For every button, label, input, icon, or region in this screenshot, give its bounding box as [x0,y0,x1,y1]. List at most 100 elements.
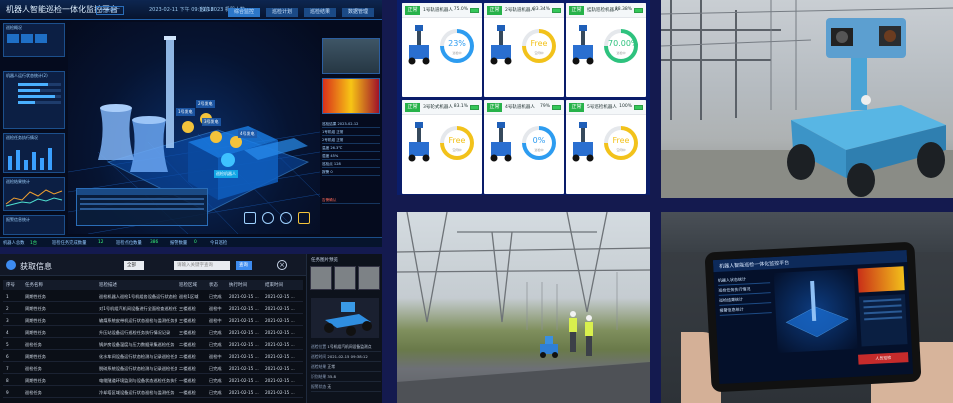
robot-status-card[interactable]: 正常 3号轮式机器人 83.1% Free 空闲中 [402,100,482,194]
ring-subtitle: 巡检中 [616,51,626,55]
status-badge: 正常 [487,103,502,112]
detail-value: 1号机组汽机间设备监测点 [327,344,372,349]
status-label: 巡检任务完成数量 [52,241,87,246]
robot-status-card[interactable]: 正常 5号巡检机器人 100% Free 空闲中 [566,100,646,194]
card-header: 正常 1号轨道机器人 75.0% [402,3,482,18]
column-header[interactable]: 执行时间 [229,282,247,288]
tab-result[interactable]: 巡检结果 [304,8,337,17]
table-cell: 巡检机器人巡检1号机组各设备运行状态检测 [99,294,177,299]
battery-icon [470,8,479,13]
table-cell: 周期性任务 [25,330,46,335]
table-row[interactable]: 5 巡检任务 锅炉房设备温度与压力数据采集巡检任务 二楼巡检 已完成 2021-02-15… [3,340,303,350]
status-value: 0 [194,240,197,245]
table-cell: 5 [6,342,9,347]
3d-plant-scene[interactable]: 1号发电 2号发电 3号发电 4号发电 巡检机器人 [67,22,321,235]
alarm-confirm-row[interactable]: 告警确认 [322,198,380,204]
gauge-photo[interactable] [310,266,332,290]
robot-preview-image[interactable] [311,298,379,338]
tab-plan[interactable]: 巡检计划 [266,8,299,17]
table-cell: 7 [6,366,9,371]
keyword-search-input[interactable]: 请输入关键字查询 [174,261,230,270]
table-cell: 已完成 [209,366,222,371]
ring-value: Free [530,39,548,48]
pin-label-3[interactable]: 3号发电 [202,118,221,126]
detail-value: 无 [327,384,332,389]
column-header[interactable]: 结束时间 [265,282,283,288]
location-selector[interactable]: 北京电厂 [96,6,125,15]
battery-icon [552,105,561,110]
tablet-screen[interactable]: 机器人智能巡检一体化监控平台 机器人状态统计 巡检任务执行情况 巡检结果统计 报… [712,250,914,384]
ring-value: 23% [448,39,466,48]
ring-center: Free 空闲中 [526,33,552,59]
overview-icon[interactable] [35,34,47,43]
column-header[interactable]: 任务名称 [25,282,43,288]
column-header[interactable]: 巡检区域 [179,282,197,288]
view-reset-icon[interactable] [244,212,256,224]
table-row[interactable]: 3 周期性任务 输煤系统皮带机运行状态巡检与监测任务执行 三楼巡检 巡检中 2021-02… [3,316,303,326]
camera-feed-1[interactable] [322,38,380,74]
table-cell: 2021-02-15 ... [265,330,295,335]
ring-value: Free [448,136,466,145]
gauge-photo[interactable] [358,266,380,290]
robot-status-card[interactable]: 正常 4号轨道机器人 79% 0% 巡检中 [484,100,564,194]
table-cell: 一楼巡检 [179,378,196,383]
search-button[interactable]: 查询 [236,261,252,270]
table-row[interactable]: 7 巡检任务 脱硫系统设备运行状态检测与记录巡检任务 二楼巡检 已完成 2021-02-1… [3,364,303,374]
column-header[interactable]: 巡检描述 [99,282,117,288]
ring-value: 0% [532,136,546,145]
alarm-icon[interactable] [298,212,310,224]
close-icon[interactable]: × [277,260,287,270]
table-cell: 8 [6,378,9,383]
overview-icon[interactable] [7,34,19,43]
tablet-3d-view[interactable] [773,268,858,353]
card-header: 正常 3号轮式机器人 83.1% [402,100,482,115]
type-filter-select[interactable]: 全部 [124,261,144,270]
table-cell: 升压站设备运行巡检任务执行情况记录 [99,330,171,335]
camera-icon[interactable] [262,212,274,224]
thermal-feed[interactable] [322,78,380,114]
detail-key: 巡检时间 [311,354,327,359]
settings-icon[interactable] [280,212,292,224]
table-row[interactable]: 4 周期性任务 升压站设备运行巡检任务执行情况记录 三楼巡检 已完成 2021-02-15… [3,328,303,338]
tablet-menu-item[interactable]: 报警信息统计 [719,303,772,316]
collage-root: 机器人智能巡检一体化监控平台 北京电厂 2023-02-11 下午 09:11:… [0,0,953,403]
table-cell: 2021-02-15 ... [229,306,259,311]
detail-value: 2021-02-15 09:38:12 [327,354,368,359]
battery-icon [470,105,479,110]
table-cell: 一楼巡检 [179,390,196,395]
ring-subtitle: 巡检中 [534,148,544,152]
gauge-photo[interactable] [334,266,356,290]
tab-overview[interactable]: 综合监控 [228,8,261,17]
status-label: 今日巡检 [210,241,228,246]
table-row[interactable]: 6 周期性任务 化水车间设备运行状态检测与记录巡检任务 二楼巡检 巡检中 2021-02-… [3,352,303,362]
column-header[interactable]: 状态 [209,282,218,288]
pin-label-1[interactable]: 1号发电 [176,108,195,116]
table-row[interactable]: 8 周期性任务 电缆隧道环境监测与设备状态巡检任务执行 一楼巡检 已完成 2021-02-… [3,376,303,386]
table-cell: 周期性任务 [25,354,46,359]
status-label: 报警数量 [170,241,188,246]
robot-status-card[interactable]: 正常 1号轨道机器人 75.0% 23% 巡检中 [402,3,482,97]
robot-status-card[interactable]: 正常 2号轨道机器人 83.34% Free 空闲中 [484,3,564,97]
detail-key: 巡检位置 [311,344,327,349]
table-row[interactable]: 1 周期性任务 巡检机器人巡检1号机组各设备运行状态检测 巡检1区域 已完成 2021-0… [3,292,303,302]
detail-key: 巡检结果 [311,364,327,369]
tablet-thermal-feed[interactable] [857,266,905,293]
ring-value: 70.00% [608,39,639,48]
robot-status-card[interactable]: 正常 挂轨巡检机器人 88.38% 70.00% 巡检中 [566,3,646,97]
pin-label-2[interactable]: 2号发电 [196,100,215,108]
card-footer [406,176,478,188]
overview-icon[interactable] [21,34,33,43]
robot-photo-svg [661,0,953,198]
status-bar-3 [18,95,61,98]
robot-pin-label[interactable]: 巡检机器人 [214,170,238,178]
table-row[interactable]: 9 巡检任务 冷却塔区域设备运行状态巡检与监测任务 一楼巡检 已完成 2021-02-15… [3,388,303,398]
card-footer [488,176,560,188]
table-row[interactable]: 2 周期性任务 对1号机组汽机间设备进行全面检查巡检任务 三楼巡检 巡检中 2021-02… [3,304,303,314]
column-header[interactable]: 序号 [6,282,15,288]
tab-data[interactable]: 数据管理 [342,8,375,17]
tablet-alarm-button[interactable]: 人员巡检 [858,352,909,365]
robot-name: 1号轨道机器人 [423,8,453,13]
task-exec-block: 巡检任务执行情况 [3,133,65,173]
table-cell: 巡检中 [209,318,222,323]
pin-label-4[interactable]: 4号发电 [238,130,257,138]
